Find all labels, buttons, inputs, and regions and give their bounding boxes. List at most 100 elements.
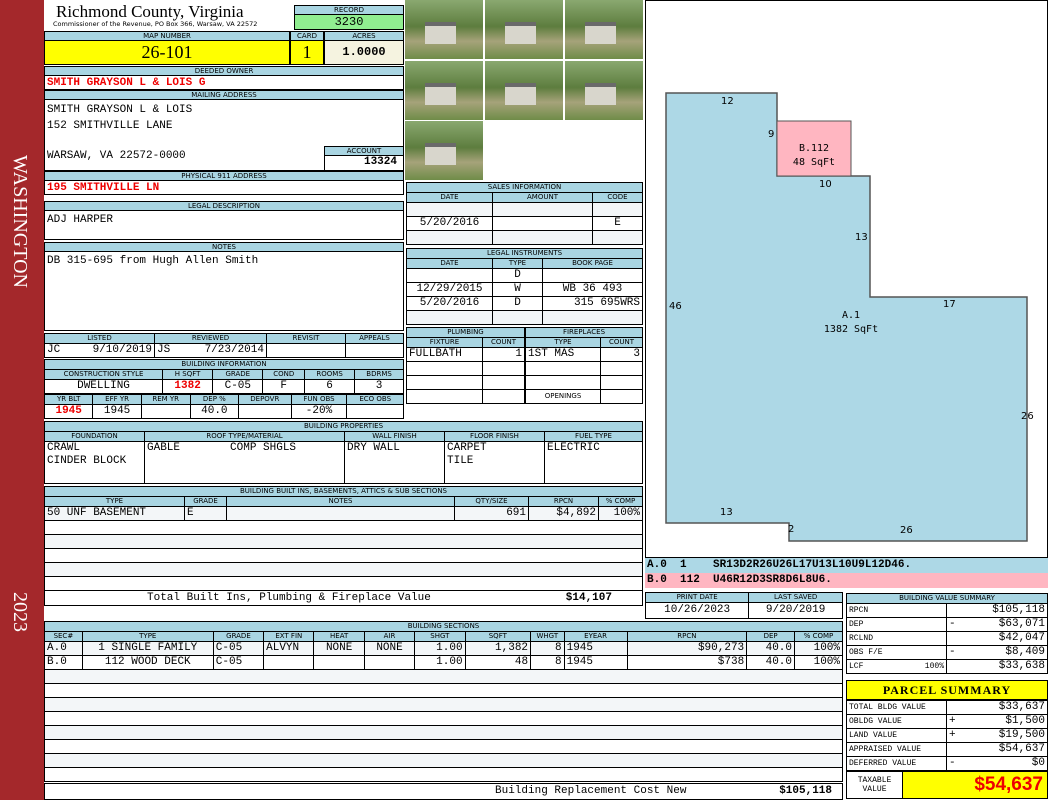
sales-label: SALES INFORMATION: [406, 182, 643, 193]
section-row: [44, 739, 843, 754]
reviewed-value: JS 7/23/2014: [154, 343, 267, 358]
cell: [592, 230, 643, 245]
section-header: SEC#: [44, 631, 83, 642]
plumbing: PLUMBING FIXTURE COUNT FULLBATH 1: [406, 327, 525, 404]
section-cell: 1945: [563, 641, 628, 656]
cell: ROOF TYPE/MATERIAL: [144, 431, 345, 442]
cell: EFF YR: [92, 394, 142, 405]
cell: [482, 389, 525, 404]
cell: [542, 310, 643, 325]
builtin-grade: E: [184, 506, 227, 521]
builtin-rpcn: $4,892: [528, 506, 599, 521]
section-b-area: 48 SqFt: [793, 157, 835, 168]
cell: AMOUNT: [492, 192, 593, 203]
summary-key: RCLND: [846, 631, 947, 646]
rooms: 6: [304, 379, 356, 394]
cell: 5/20/2016: [406, 296, 493, 311]
section-cell: NONE: [363, 641, 416, 656]
cell: 12/29/2015: [406, 282, 493, 297]
cell: % COMP: [598, 496, 643, 507]
sketch-line-b: B.0 112 U46R12D3SR8D6L8U6.: [645, 573, 1048, 588]
section-row: [44, 711, 843, 726]
legal-instruments: LEGAL INSTRUMENTS DATE TYPE BOOK PAGE D 12…: [406, 248, 643, 325]
section-cell: [263, 655, 315, 670]
property-photo[interactable]: [485, 61, 563, 120]
property-photo[interactable]: [405, 0, 483, 59]
property-photo[interactable]: [565, 0, 643, 59]
cell: [492, 230, 593, 245]
fireplaces-label: FIREPLACES: [525, 327, 643, 338]
summary-value: $19,500: [960, 728, 1048, 743]
property-photo[interactable]: [485, 0, 563, 59]
cell: [525, 375, 601, 390]
cell: [406, 375, 483, 390]
fireplaces: FIREPLACES TYPE COUNT 1ST MAS 3 OPENINGS: [525, 327, 643, 404]
cell: FLOOR FINISH: [444, 431, 545, 442]
empty-cell: [44, 711, 843, 726]
sale-amount: [492, 216, 593, 231]
section-header: SHGT: [414, 631, 466, 642]
dimension-label: 10: [819, 179, 832, 190]
dep-pct: 40.0: [189, 404, 240, 419]
cell: DEP %: [189, 394, 240, 405]
summary-key: LCF 100%: [846, 659, 947, 674]
section-cell: 40.0: [746, 655, 796, 670]
property-photo[interactable]: [565, 61, 643, 120]
summary-row: OBS F/E - $8,409: [846, 645, 1048, 660]
summary-value: $33,638: [960, 659, 1048, 674]
year-built: 1945: [43, 404, 94, 419]
empty-cell: [44, 669, 843, 684]
building-information: BUILDING INFORMATION CONSTRUCTION STYLE H…: [43, 359, 404, 419]
property-photo[interactable]: [405, 61, 483, 120]
cell: [542, 268, 643, 283]
reviewed-header: REVIEWED: [154, 333, 267, 344]
legal-description: ADJ HARPER: [44, 210, 404, 240]
builtins-label: BUILDING BUILT INS, BASEMENTS, ATTICS & …: [44, 486, 643, 497]
builtin-notes: [226, 506, 455, 521]
cell: [600, 375, 643, 390]
section-cell: 100%: [794, 655, 843, 670]
summary-key: DEP: [846, 617, 947, 632]
dimension-label: 12: [721, 96, 734, 107]
cell: CONSTRUCTION STYLE: [44, 369, 163, 380]
taxable-label: TAXABLE VALUE: [847, 772, 903, 798]
property-photo[interactable]: [405, 121, 483, 180]
cell: BOOK PAGE: [542, 258, 643, 269]
fuel-type: ELECTRIC: [544, 441, 643, 484]
section-cell: 48: [464, 655, 532, 670]
listing-table: LISTED REVIEWED REVISIT APPEALS JC 9/10/2019…: [44, 333, 404, 358]
section-header: GRADE: [212, 631, 265, 642]
taxable-row: TAXABLE VALUE $54,637: [846, 771, 1048, 799]
built-ins: BUILDING BUILT INS, BASEMENTS, ATTICS & …: [44, 486, 643, 606]
print-date-label: PRINT DATE: [644, 592, 750, 603]
empty-cell: [44, 683, 843, 698]
parcel-summary: PARCEL SUMMARY TOTAL BLDG VALUE $33,637 OB…: [846, 680, 1048, 799]
building-value-summary: BUILDING VALUE SUMMARY RPCN $105,118 DEP - $6…: [846, 593, 1048, 674]
section-row: [44, 767, 843, 782]
summary-sign: -: [946, 617, 961, 632]
cell: WB 36 493: [542, 282, 643, 297]
address-line-2: 152 SMITHVILLE LANE: [47, 120, 173, 132]
address-line-1: SMITH GRAYSON L & LOIS: [47, 104, 193, 116]
construction-style: DWELLING: [44, 379, 163, 394]
map-number: 26-101: [44, 40, 290, 65]
section-cell: $738: [626, 655, 748, 670]
record-number: 3230: [294, 14, 404, 30]
section-header: AIR: [363, 631, 416, 642]
fireplace-type: 1ST MAS: [525, 347, 601, 362]
dimension-label: 26: [1021, 411, 1034, 422]
section-header: RPCN: [626, 631, 748, 642]
dep-ovr: [238, 404, 292, 419]
sections-label: BUILDING SECTIONS: [44, 621, 843, 632]
last-saved: 9/20/2019: [748, 602, 843, 619]
cell: FUN OBS: [290, 394, 348, 405]
section-cell: 8: [530, 655, 565, 670]
acres-value: 1.0000: [324, 40, 404, 65]
sales-information: SALES INFORMATION DATE AMOUNT CODE 5/20/20…: [406, 182, 643, 245]
sale-code: E: [592, 216, 643, 231]
summary-row: RPCN $105,118: [846, 603, 1048, 618]
summary-sign: [946, 742, 961, 757]
summary-value: $54,637: [960, 742, 1048, 757]
cell: [492, 202, 593, 217]
cell: ECO OBS: [346, 394, 404, 405]
